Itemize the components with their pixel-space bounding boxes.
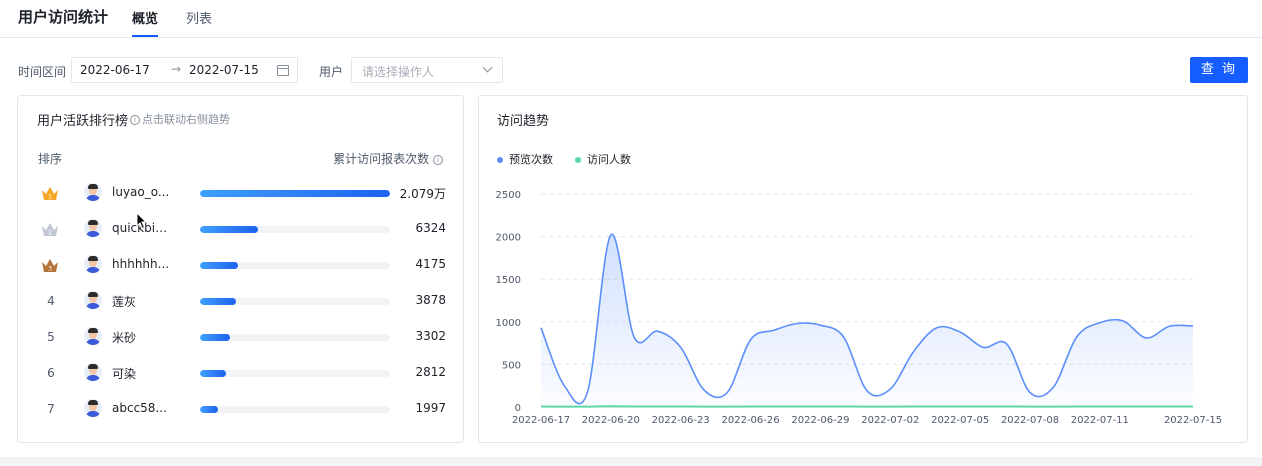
calendar-icon[interactable] bbox=[277, 65, 289, 76]
x-tick-label: 2022-07-08 bbox=[1001, 415, 1059, 426]
chevron-down-icon bbox=[482, 62, 493, 73]
count-column-label: 累计访问报表次数 bbox=[333, 152, 430, 166]
visit-count: 6324 bbox=[415, 221, 446, 235]
avatar bbox=[84, 219, 102, 237]
user-name: 米砂 bbox=[112, 331, 137, 345]
ranking-row[interactable]: 4 莲灰 3878 bbox=[18, 288, 463, 318]
visit-count: 3302 bbox=[415, 329, 446, 343]
progress-fill bbox=[200, 262, 239, 269]
user-name: hhhhhh... bbox=[112, 257, 170, 271]
date-range-picker[interactable]: 2022-06-17 → 2022-07-15 bbox=[71, 57, 298, 83]
progress-fill bbox=[200, 406, 219, 413]
y-tick-label: 1500 bbox=[496, 275, 521, 286]
ranking-hint: i 点击联动右侧趋势 bbox=[130, 111, 230, 127]
avatar bbox=[84, 399, 102, 417]
progress-track bbox=[200, 226, 390, 233]
x-tick-label: 2022-06-17 bbox=[512, 415, 570, 426]
progress-fill bbox=[200, 298, 236, 305]
user-label: 用户 bbox=[319, 65, 344, 79]
visit-count: 2.079万 bbox=[399, 187, 446, 201]
end-date[interactable]: 2022-07-15 bbox=[189, 63, 259, 77]
page-header: 用户访问统计 概览 列表 bbox=[0, 0, 1262, 38]
ranking-panel: 用户活跃排行榜 i 点击联动右侧趋势 排序 累计访问报表次数 i 1 luyao_o… bbox=[17, 95, 464, 443]
x-tick-label: 2022-07-02 bbox=[861, 415, 919, 426]
crown-rank: 3 bbox=[48, 266, 52, 273]
x-tick-label: 2022-06-23 bbox=[652, 415, 710, 426]
x-tick-label: 2022-07-11 bbox=[1071, 415, 1129, 426]
ranking-row[interactable]: 2 quickbiu... 6324 bbox=[18, 216, 463, 246]
avatar bbox=[84, 327, 102, 345]
range-arrow-icon: → bbox=[171, 62, 182, 76]
crown-icon: 1 bbox=[42, 187, 58, 201]
progress-track bbox=[200, 262, 390, 269]
ranking-row[interactable]: 7 abcc58... 1997 bbox=[18, 396, 463, 426]
progress-fill bbox=[200, 334, 231, 341]
user-name: luyao_o... bbox=[112, 185, 170, 199]
y-tick-label: 0 bbox=[515, 403, 521, 414]
visit-count: 3878 bbox=[415, 293, 446, 307]
progress-track bbox=[200, 334, 390, 341]
tab-list[interactable]: 列表 bbox=[186, 8, 212, 27]
trend-chart[interactable]: 0 500 1000 1500 2000 2500 2022-06-17 2022-06-20… bbox=[479, 96, 1247, 442]
count-column-header: 累计访问报表次数 i bbox=[333, 150, 445, 167]
user-name: abcc58... bbox=[112, 401, 167, 415]
query-button[interactable]: 查 询 bbox=[1190, 57, 1248, 83]
app-title: 用户访问统计 bbox=[18, 8, 109, 26]
info-icon[interactable]: i bbox=[433, 154, 443, 165]
crown-icon: 2 bbox=[42, 223, 58, 237]
user-name: 莲灰 bbox=[112, 295, 137, 309]
info-icon: i bbox=[130, 115, 140, 125]
time-range-label: 时间区间 bbox=[18, 65, 67, 79]
x-tick-label: 2022-07-15 bbox=[1164, 415, 1222, 426]
progress-track bbox=[200, 298, 390, 305]
avatar bbox=[84, 183, 102, 201]
progress-track bbox=[200, 370, 390, 377]
ranking-hint-text: 点击联动右侧趋势 bbox=[142, 113, 230, 126]
x-tick-label: 2022-06-29 bbox=[791, 415, 849, 426]
bottom-strip bbox=[0, 457, 1262, 466]
rank-number: 6 bbox=[47, 366, 55, 380]
ranking-row[interactable]: 3 hhhhhh... 4175 bbox=[18, 252, 463, 282]
user-select[interactable]: 请选择操作人 bbox=[351, 57, 503, 83]
trend-panel: 访问趋势 预览次数 访问人数 0 500 1000 1500 2000 2500 2022-… bbox=[478, 95, 1248, 443]
x-tick-label: 2022-06-20 bbox=[582, 415, 640, 426]
progress-fill bbox=[200, 370, 226, 377]
avatar bbox=[84, 291, 102, 309]
active-tab-indicator bbox=[132, 35, 158, 37]
user-name: 可染 bbox=[112, 367, 137, 381]
visit-count: 2812 bbox=[415, 365, 446, 379]
visit-count: 1997 bbox=[415, 401, 446, 415]
series-area-0 bbox=[541, 234, 1193, 407]
visit-count: 4175 bbox=[415, 257, 446, 271]
x-tick-label: 2022-06-26 bbox=[722, 415, 780, 426]
ranking-row[interactable]: 5 米砂 3302 bbox=[18, 324, 463, 354]
rank-number: 7 bbox=[47, 402, 55, 416]
progress-track bbox=[200, 190, 390, 197]
rank-number: 4 bbox=[47, 294, 55, 308]
ranking-title: 用户活跃排行榜 bbox=[37, 114, 129, 129]
avatar bbox=[84, 363, 102, 381]
avatar bbox=[84, 255, 102, 273]
ranking-row[interactable]: 1 luyao_o... 2.079万 bbox=[18, 180, 463, 210]
progress-fill bbox=[200, 190, 390, 197]
rank-number: 5 bbox=[47, 330, 55, 344]
crown-rank: 1 bbox=[48, 194, 52, 201]
ranking-row[interactable]: 6 可染 2812 bbox=[18, 360, 463, 390]
start-date[interactable]: 2022-06-17 bbox=[80, 63, 150, 77]
progress-track bbox=[200, 406, 390, 413]
crown-rank: 2 bbox=[48, 230, 52, 237]
tab-overview[interactable]: 概览 bbox=[132, 8, 158, 27]
y-tick-label: 2000 bbox=[496, 233, 521, 244]
x-tick-label: 2022-07-05 bbox=[931, 415, 989, 426]
progress-fill bbox=[200, 226, 258, 233]
user-select-placeholder: 请选择操作人 bbox=[362, 65, 435, 79]
rank-column-header: 排序 bbox=[38, 152, 63, 166]
crown-icon: 3 bbox=[42, 259, 58, 273]
mouse-cursor-icon bbox=[136, 212, 148, 230]
y-tick-label: 500 bbox=[502, 360, 521, 371]
y-tick-label: 2500 bbox=[496, 190, 521, 201]
y-tick-label: 1000 bbox=[496, 318, 521, 329]
